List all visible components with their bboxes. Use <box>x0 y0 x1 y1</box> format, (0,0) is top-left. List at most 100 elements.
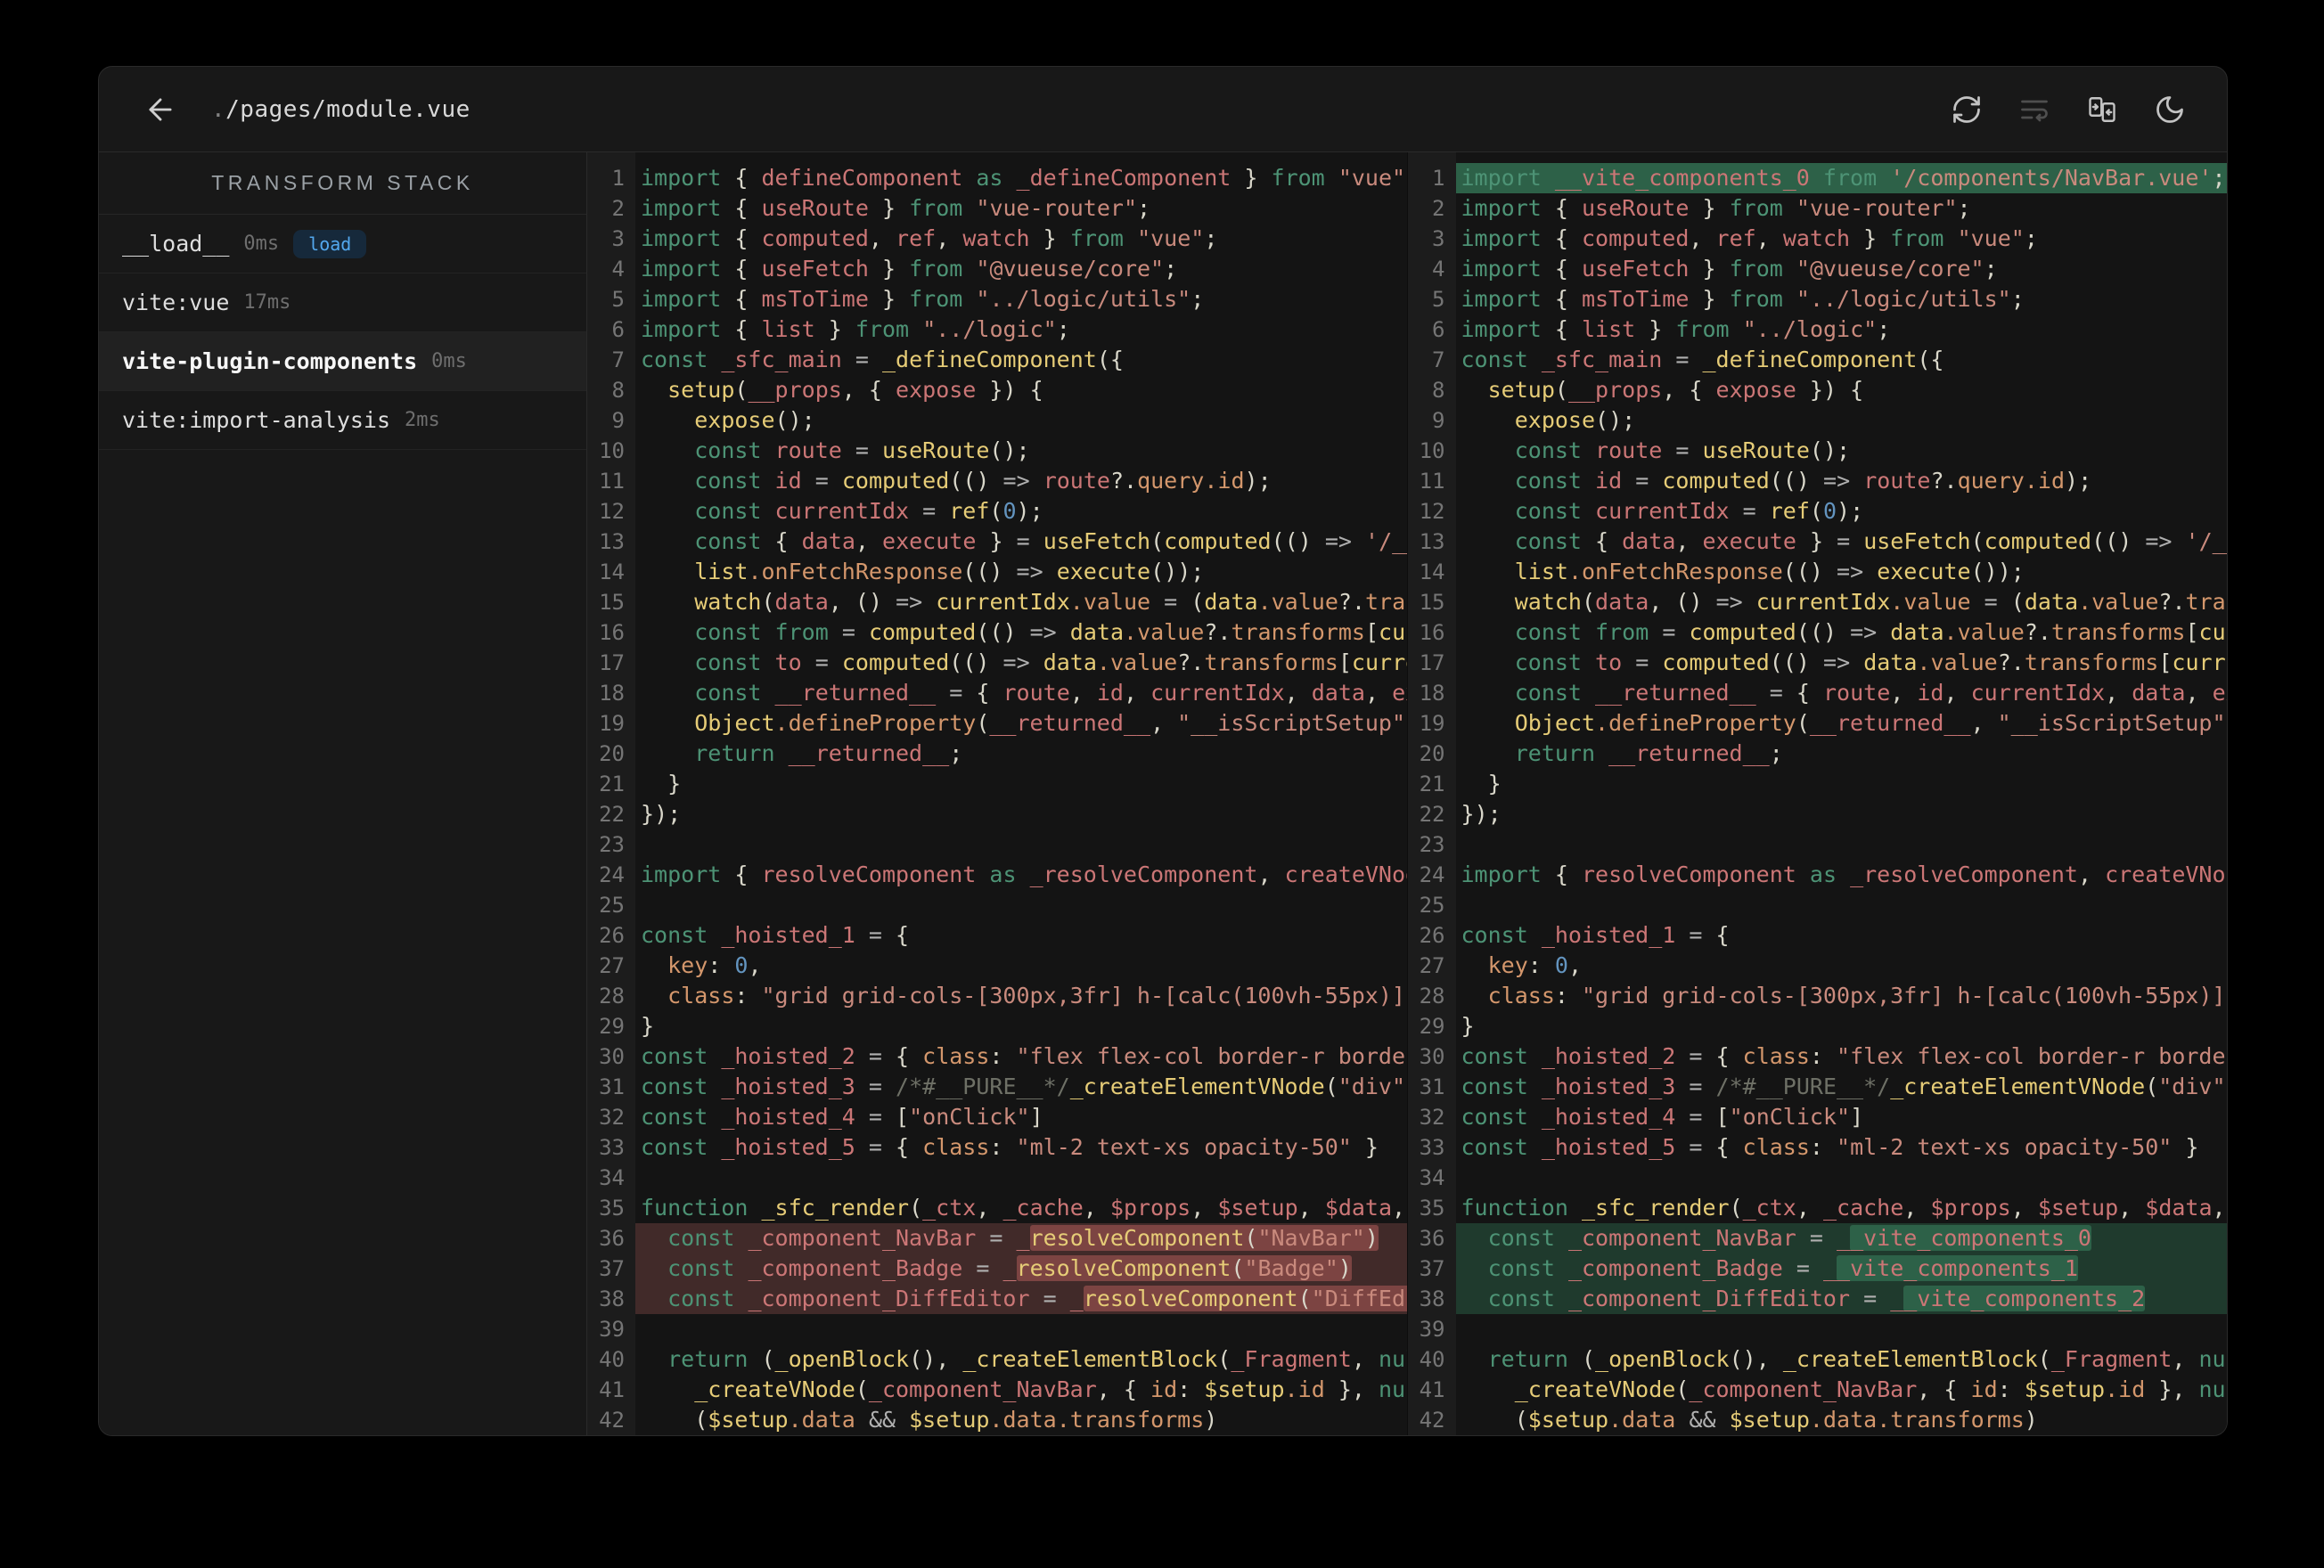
diff-mark: _vite_components_0 <box>1850 1225 2091 1251</box>
code-line: 16 const from = computed(() => data.valu… <box>587 617 1407 648</box>
code-line: 22}); <box>1407 799 2228 829</box>
code-line: 41 _createVNode(_component_NavBar, { id:… <box>587 1375 1407 1405</box>
code-line: 14 list.onFetchResponse(() => execute())… <box>1407 557 2228 587</box>
wrap-lines-icon <box>2021 100 2048 121</box>
code-line: 5 import { msToTime } from "../logic/util… <box>587 284 1407 314</box>
line-number: 11 <box>587 466 635 496</box>
code-text: const currentIdx = ref(0); <box>1514 498 1864 524</box>
line-number: 13 <box>1407 527 1456 557</box>
line-number: 42 <box>1407 1405 1456 1435</box>
code-panel-before[interactable]: 1 import { defineComponent as _defineComp… <box>587 152 1407 1435</box>
line-number: 8 <box>1407 375 1456 405</box>
line-number: 10 <box>587 436 635 466</box>
line-number: 5 <box>587 284 635 314</box>
diff-mark: _vite_components_2 <box>1903 1286 2146 1311</box>
transform-stack-header: TRANSFORM STACK <box>99 152 586 215</box>
code-line: 18 const __returned__ = { route, id, cur… <box>1407 678 2227 708</box>
plugin-name: vite-plugin-components <box>122 348 418 374</box>
code-line: 2 import { useRoute } from "vue-router"; <box>587 193 1407 224</box>
code-line: 34 <box>1407 1163 2228 1193</box>
code-line: 8 setup(__props, { expose }) { <box>587 375 1407 405</box>
code-line: 36 const _component_NavBar = __vite_comp… <box>1407 1223 2227 1254</box>
code-line: 37 const _component_Badge = __vite_compo… <box>1407 1254 2227 1284</box>
transform-stack-item-vite-import-analysis[interactable]: vite:import-analysis 2ms <box>99 391 586 450</box>
line-number: 27 <box>587 951 635 981</box>
code-line: 19 Object.defineProperty(__returned__, "… <box>587 708 1407 739</box>
line-number: 18 <box>587 678 635 708</box>
refresh-button[interactable] <box>1951 94 1983 126</box>
color-mode-button[interactable] <box>2154 94 2186 126</box>
code-line: 15 watch(data, () => currentIdx.value = … <box>1407 587 2227 617</box>
side-by-side-diff-icon <box>2089 96 2115 122</box>
line-number: 28 <box>1407 981 1456 1011</box>
diff-mark: resolveComponent("Badge") <box>1016 1255 1352 1281</box>
code-text: const _sfc_main = _defineComponent({ <box>641 347 1124 372</box>
code-line: 4 import { useFetch } from "@vueuse/core"… <box>1407 254 2228 284</box>
transform-stack-item-load[interactable]: __load__ 0ms load <box>99 215 586 274</box>
code-line: 6 import { list } from "../logic"; <box>587 314 1407 345</box>
code-text: _createVNode(_component_NavBar, { id: $s… <box>694 1376 1406 1402</box>
code-line: 13 const { data, execute } = useFetch(co… <box>587 527 1407 557</box>
transform-stack-item-vite-plugin-components[interactable]: vite-plugin-components 0ms <box>99 332 586 391</box>
code-line: 15 watch(data, () => currentIdx.value = … <box>587 587 1407 617</box>
line-number: 33 <box>587 1132 635 1163</box>
code-text: list.onFetchResponse(() => execute()); <box>694 559 1205 584</box>
gutter-spacer <box>1407 152 2228 163</box>
plugin-time: 17ms <box>243 291 291 314</box>
code-text: const _component_Badge = __vite_componen… <box>1455 1254 2227 1284</box>
code-text: watch(data, () => currentIdx.value = (da… <box>694 589 1406 615</box>
side-by-side-diff-button[interactable] <box>2086 94 2118 126</box>
line-number: 24 <box>1407 860 1456 890</box>
code-text: const _hoisted_1 = { <box>1461 922 1730 948</box>
line-number: 31 <box>1407 1072 1456 1102</box>
code-line: 5 import { msToTime } from "../logic/util… <box>1407 284 2228 314</box>
code-text: key: 0, <box>1487 952 1583 978</box>
plugin-time: 2ms <box>405 409 440 431</box>
code-text: const _hoisted_4 = ["onClick"] <box>1461 1104 1864 1130</box>
code-text: class: "grid grid-cols-[300px,3fr] h-[ca… <box>1487 983 2226 1009</box>
line-number: 36 <box>587 1223 635 1254</box>
code-text: return __returned__; <box>1514 740 1783 766</box>
line-number: 3 <box>587 224 635 254</box>
code-line: 17 const to = computed(() => data.value?… <box>587 648 1407 678</box>
line-number: 7 <box>587 345 635 375</box>
code-line: 33 const _hoisted_5 = { class: "ml-2 text… <box>1407 1132 2228 1163</box>
back-button[interactable] <box>143 93 177 127</box>
code-text: } <box>667 771 682 796</box>
code-text: const _hoisted_3 = /*#__PURE__*/_createE… <box>641 1074 1407 1099</box>
topbar-actions <box>1951 94 2186 126</box>
line-number: 20 <box>587 739 635 769</box>
line-number: 14 <box>1407 557 1456 587</box>
code-text: import { resolveComponent as _resolveCom… <box>1461 862 2228 887</box>
line-number: 42 <box>587 1405 635 1435</box>
code-text: const id = computed(() => route?.query.i… <box>1514 468 2092 494</box>
code-line: 31 const _hoisted_3 = /*#__PURE__*/_creat… <box>587 1072 1407 1102</box>
code-line: 18 const __returned__ = { route, id, cur… <box>587 678 1407 708</box>
line-number: 31 <box>587 1072 635 1102</box>
line-number: 35 <box>587 1193 635 1223</box>
module-path-text: /pages/module.vue <box>225 95 471 123</box>
code-line: 24 import { resolveComponent as _resolveC… <box>587 860 1407 890</box>
line-number: 29 <box>587 1011 635 1041</box>
code-text: function _sfc_render(_ctx, _cache, $prop… <box>641 1195 1406 1221</box>
wrap-lines-button[interactable] <box>2018 94 2050 126</box>
refresh-icon <box>1953 95 1980 123</box>
line-number: 3 <box>1407 224 1456 254</box>
code-line: 28 class: "grid grid-cols-[300px,3fr] h-… <box>1407 981 2228 1011</box>
code-line: 26 const _hoisted_1 = { <box>587 920 1407 951</box>
transform-stack-item-vite-vue[interactable]: vite:vue 17ms <box>99 274 586 332</box>
code-text: ($setup.data && $setup.data.transforms) <box>1514 1407 2038 1433</box>
code-text: const id = computed(() => route?.query.i… <box>694 468 1272 494</box>
code-line: 37 const _component_Badge = _resolveComp… <box>587 1254 1407 1284</box>
line-number: 2 <box>1407 193 1456 224</box>
code-text: list.onFetchResponse(() => execute()); <box>1514 559 2025 584</box>
code-panel-after[interactable]: 1 import __vite_components_0 from '/compo… <box>1406 152 2228 1435</box>
code-line: 2 import { useRoute } from "vue-router"; <box>1407 193 2228 224</box>
code-text: const _hoisted_4 = ["onClick"] <box>641 1104 1043 1130</box>
arrow-left-icon <box>149 97 172 121</box>
code-line: 3 import { computed, ref, watch } from "v… <box>587 224 1407 254</box>
code-text: }); <box>1461 801 1502 827</box>
